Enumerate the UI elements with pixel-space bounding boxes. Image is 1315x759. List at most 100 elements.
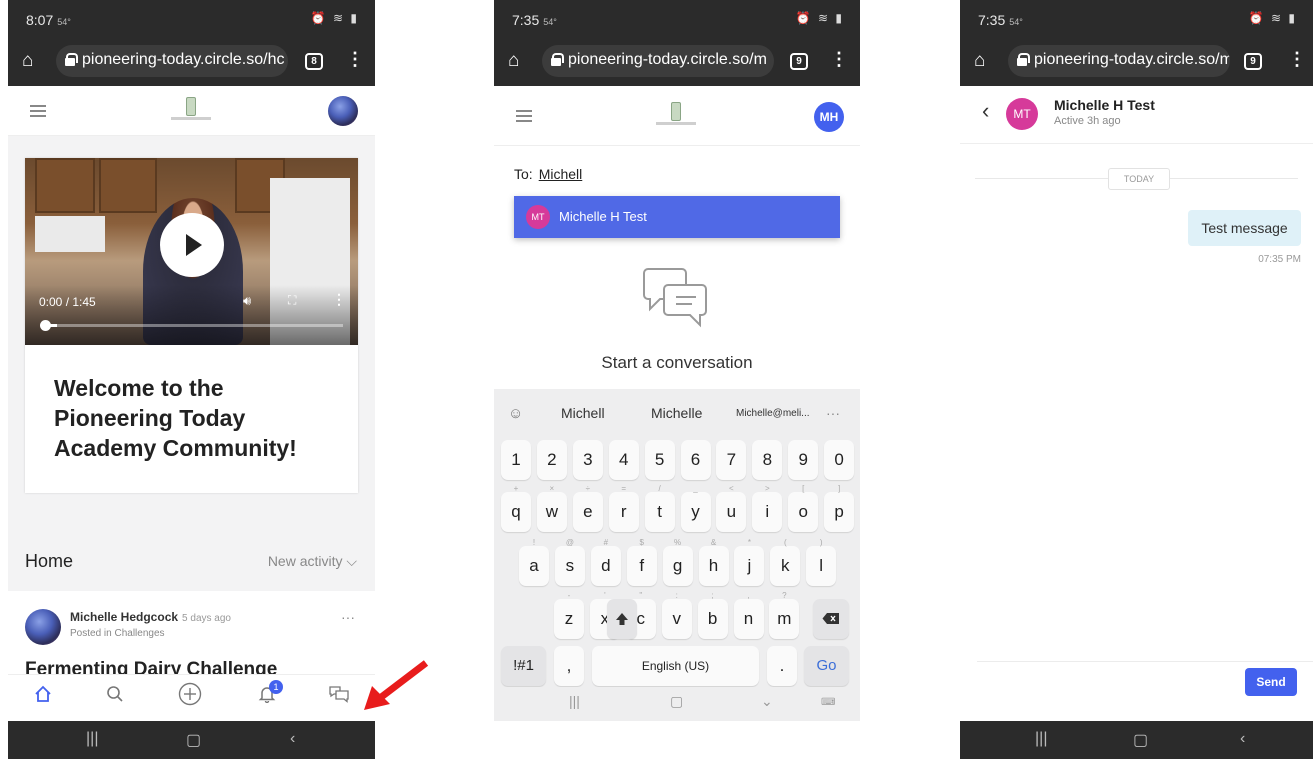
letter-key[interactable]: > i <box>752 484 783 532</box>
android-home-icon[interactable]: ▢ <box>1133 730 1148 750</box>
message-composer[interactable]: Send <box>977 661 1313 703</box>
contact-name[interactable]: Michelle H Test <box>1054 97 1155 113</box>
go-key[interactable]: Go <box>804 646 849 686</box>
letter-key[interactable]: # d <box>590 538 621 586</box>
browser-menu-icon[interactable]: ⋮ <box>830 49 848 70</box>
letter-key[interactable]: * j <box>734 538 765 586</box>
browser-menu-icon[interactable]: ⋮ <box>346 49 364 70</box>
letter-key[interactable]: [o <box>788 484 819 532</box>
recent-apps-icon[interactable]: ||| <box>86 730 98 748</box>
shift-key[interactable] <box>607 599 637 639</box>
browser-menu-icon[interactable]: ⋮ <box>1288 49 1306 70</box>
community-logo[interactable] <box>171 97 211 123</box>
number-key[interactable]: 1 <box>501 440 531 480</box>
number-key[interactable]: 6 <box>680 440 711 480</box>
number-key[interactable]: 2 <box>536 440 567 480</box>
sent-message[interactable]: Test message <box>1188 210 1301 246</box>
letter-key[interactable]: ; b <box>697 591 728 639</box>
android-back-icon[interactable]: ‹ <box>290 730 295 748</box>
android-back-icon[interactable]: ‹ <box>1240 730 1245 748</box>
number-key[interactable]: 4 <box>608 440 639 480</box>
url-field[interactable]: pioneering-today.circle.so/hc <box>56 45 288 77</box>
recipient-input[interactable]: Michell <box>539 166 583 182</box>
recent-apps-icon[interactable]: ||| <box>569 693 580 709</box>
emoji-icon[interactable]: ☺ <box>508 405 523 422</box>
post-title[interactable]: Fermenting Dairy Challenge <box>25 659 277 674</box>
hamburger-menu-icon[interactable] <box>516 110 532 122</box>
fullscreen-icon[interactable]: ⛶ <box>288 293 296 308</box>
recent-apps-icon[interactable]: ||| <box>1035 730 1047 748</box>
tab-count-button[interactable]: 9 <box>790 53 808 70</box>
post-space[interactable]: Posted in Challenges <box>70 628 165 639</box>
user-avatar[interactable]: MH <box>814 102 844 132</box>
browser-home-icon[interactable]: ⌂ <box>974 50 985 72</box>
play-icon[interactable] <box>160 213 224 277</box>
letter-key[interactable]: & h <box>698 538 729 586</box>
feed-post[interactable]: Michelle Hedgcock 5 days ago Posted in Ch… <box>8 591 375 686</box>
keyboard-more-icon[interactable]: ··· <box>826 405 840 421</box>
url-field[interactable]: pioneering-today.circle.so/m <box>1008 45 1230 77</box>
url-field[interactable]: pioneering-today.circle.so/m <box>542 45 774 77</box>
keyboard-suggestion[interactable]: Michelle <box>651 405 702 421</box>
letter-key[interactable]: % g <box>662 538 693 586</box>
back-chevron-icon[interactable]: ‹ <box>982 98 989 124</box>
hamburger-menu-icon[interactable] <box>30 105 46 117</box>
home-icon[interactable] <box>34 685 52 708</box>
letter-key[interactable]: ,n <box>733 591 764 639</box>
number-key[interactable]: 5 <box>644 440 675 480</box>
space-key[interactable]: English (US) <box>592 646 759 686</box>
chat-icon[interactable] <box>328 685 350 708</box>
tab-count-button[interactable]: 8 <box>305 53 323 70</box>
android-home-icon[interactable]: ▢ <box>186 730 201 750</box>
search-icon[interactable] <box>106 685 124 708</box>
keyboard-suggestion[interactable]: Michell <box>561 405 605 421</box>
letter-key[interactable]: -z <box>554 591 584 639</box>
letter-key[interactable]: / t <box>644 484 675 532</box>
new-activity-sort[interactable]: New activity ⌵ <box>268 553 357 570</box>
letter-key[interactable]: ] p <box>824 484 855 532</box>
welcome-video[interactable]: 0:00 / 1:45 🔊︎ ⛶ ⋮ <box>25 158 358 345</box>
contact-avatar[interactable]: MT <box>1006 98 1038 130</box>
recipient-suggestion[interactable]: MT Michelle H Test <box>514 196 840 238</box>
keyboard-suggestion[interactable]: Michelle@meli... <box>736 408 810 419</box>
symbols-key[interactable]: !#1 <box>501 646 546 686</box>
number-key[interactable]: 0 <box>824 440 855 480</box>
user-avatar[interactable] <box>328 96 358 126</box>
post-author-avatar[interactable] <box>25 609 61 645</box>
letter-key[interactable]: :v <box>661 591 692 639</box>
post-more-icon[interactable]: ··· <box>341 609 355 625</box>
letter-key[interactable]: ÷ e <box>572 484 603 532</box>
letter-key[interactable]: + q <box>501 484 531 532</box>
letter-key[interactable]: _ y <box>680 484 711 532</box>
letter-key[interactable]: ) l <box>806 538 837 586</box>
video-more-icon[interactable]: ⋮ <box>332 291 346 308</box>
number-key[interactable]: 9 <box>788 440 819 480</box>
android-home-icon[interactable]: ▢ <box>670 693 683 710</box>
letter-key[interactable]: @ s <box>554 538 585 586</box>
number-key[interactable]: 8 <box>752 440 783 480</box>
keyboard-switch-icon[interactable]: ⌨ <box>821 697 835 708</box>
browser-home-icon[interactable]: ⌂ <box>508 50 519 72</box>
letter-key[interactable]: < u <box>716 484 747 532</box>
video-scrub-handle[interactable] <box>40 320 51 331</box>
letter-key[interactable]: ? m <box>769 591 800 639</box>
letter-key[interactable]: = r <box>608 484 639 532</box>
hide-keyboard-icon[interactable]: ⌄ <box>761 693 773 710</box>
number-key[interactable]: 7 <box>716 440 747 480</box>
community-logo[interactable] <box>656 102 696 128</box>
comma-key[interactable]: , <box>554 646 584 686</box>
browser-home-icon[interactable]: ⌂ <box>22 50 33 72</box>
post-author[interactable]: Michelle Hedgcock <box>70 610 178 624</box>
letter-key[interactable]: $ f <box>626 538 657 586</box>
volume-icon[interactable]: 🔊︎ <box>243 293 251 309</box>
number-key[interactable]: 3 <box>572 440 603 480</box>
video-progress-bar[interactable] <box>40 320 343 331</box>
period-key[interactable]: . <box>767 646 797 686</box>
backspace-key[interactable] <box>813 599 849 639</box>
send-button[interactable]: Send <box>1245 668 1297 696</box>
letter-key[interactable]: ! a <box>519 538 549 586</box>
letter-key[interactable]: × w <box>536 484 567 532</box>
tab-count-button[interactable]: 9 <box>1244 53 1262 70</box>
letter-key[interactable]: (k <box>770 538 801 586</box>
plus-circle-icon[interactable] <box>178 682 202 711</box>
